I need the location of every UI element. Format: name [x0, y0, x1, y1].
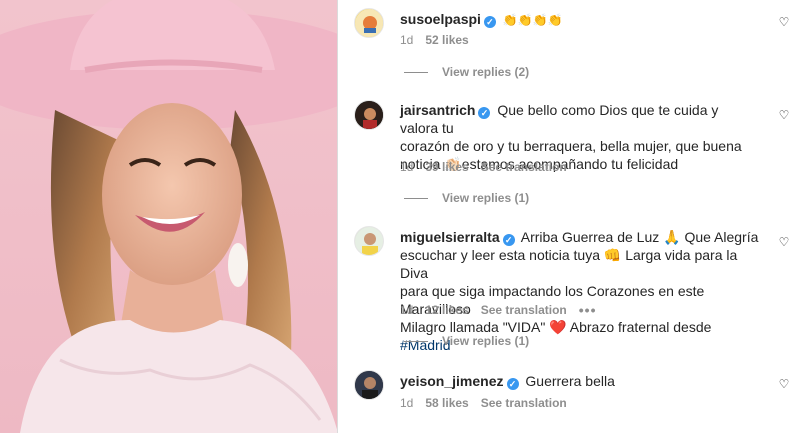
view-replies-button[interactable]: View replies (1)	[404, 334, 529, 348]
comment-text-line: Milagro llamada "VIDA" ❤️ Abrazo fratern…	[400, 319, 712, 335]
verified-badge-icon: ✓	[478, 107, 491, 119]
comment-username[interactable]: susoelpaspi	[400, 11, 481, 27]
comment-text: 👏👏👏👏	[502, 13, 563, 27]
comment-time[interactable]: 1d	[400, 396, 413, 410]
verified-badge-icon: ✓	[506, 378, 519, 390]
avatar[interactable]	[354, 370, 384, 400]
woman-in-pink-hat-image	[0, 0, 337, 433]
heart-outline-icon[interactable]: ♡	[778, 236, 790, 248]
comment-body: susoelpaspi ✓ 👏👏👏👏	[400, 10, 760, 29]
comment-username[interactable]: miguelsierralta	[400, 229, 500, 245]
comment-text: Guerrera bella	[525, 373, 615, 389]
comment-meta: 1d 58 likes See translation	[400, 396, 567, 410]
heart-outline-icon[interactable]: ♡	[778, 16, 790, 28]
comment-meta: 1d 39 likes See translation	[400, 160, 567, 174]
view-replies-label[interactable]: View replies (1)	[442, 334, 529, 348]
comment-text-line: Arriba Guerrea de Luz 🙏 Que Alegría	[520, 229, 759, 245]
heart-outline-icon[interactable]: ♡	[778, 378, 790, 390]
comment-likes[interactable]: 58 likes	[425, 396, 468, 410]
comments-panel[interactable]: susoelpaspi ✓ 👏👏👏👏 1d 52 likes ♡ View rep…	[339, 0, 800, 433]
see-translation-button[interactable]: See translation	[481, 303, 567, 317]
avatar[interactable]	[354, 100, 384, 130]
verified-badge-icon: ✓	[502, 234, 515, 246]
verified-badge-icon: ✓	[483, 16, 496, 28]
replies-divider	[404, 340, 428, 342]
more-options-icon[interactable]: •••	[579, 302, 597, 318]
view-replies-button[interactable]: View replies (2)	[404, 65, 529, 79]
view-replies-button[interactable]: View replies (1)	[404, 191, 529, 205]
comment-meta: 1d 52 likes	[400, 33, 469, 47]
comment-likes[interactable]: 12 likes	[425, 303, 468, 317]
post-photo[interactable]	[0, 0, 338, 433]
see-translation-button[interactable]: See translation	[481, 396, 567, 410]
comment-time[interactable]: 1d	[400, 303, 413, 317]
comment-username[interactable]: jairsantrich	[400, 102, 475, 118]
comment-username[interactable]: yeison_jimenez	[400, 373, 504, 389]
view-replies-label[interactable]: View replies (2)	[442, 65, 529, 79]
comment-text-line: escuchar y leer esta noticia tuya 👊 Larg…	[400, 247, 738, 281]
heart-outline-icon[interactable]: ♡	[778, 109, 790, 121]
replies-divider	[404, 197, 428, 199]
comment-time[interactable]: 1d	[400, 160, 413, 174]
comment-likes[interactable]: 52 likes	[425, 33, 468, 47]
replies-divider	[404, 71, 428, 73]
see-translation-button[interactable]: See translation	[481, 160, 567, 174]
avatar[interactable]	[354, 8, 384, 38]
avatar[interactable]	[354, 226, 384, 256]
comment-body: yeison_jimenez ✓ Guerrera bella	[400, 372, 760, 390]
comment-text-line: corazón de oro y tu berraquera, bella mu…	[400, 138, 742, 154]
view-replies-label[interactable]: View replies (1)	[442, 191, 529, 205]
comment-likes[interactable]: 39 likes	[425, 160, 468, 174]
comment-time[interactable]: 1d	[400, 33, 413, 47]
comment-meta: 1d 12 likes See translation •••	[400, 302, 597, 318]
